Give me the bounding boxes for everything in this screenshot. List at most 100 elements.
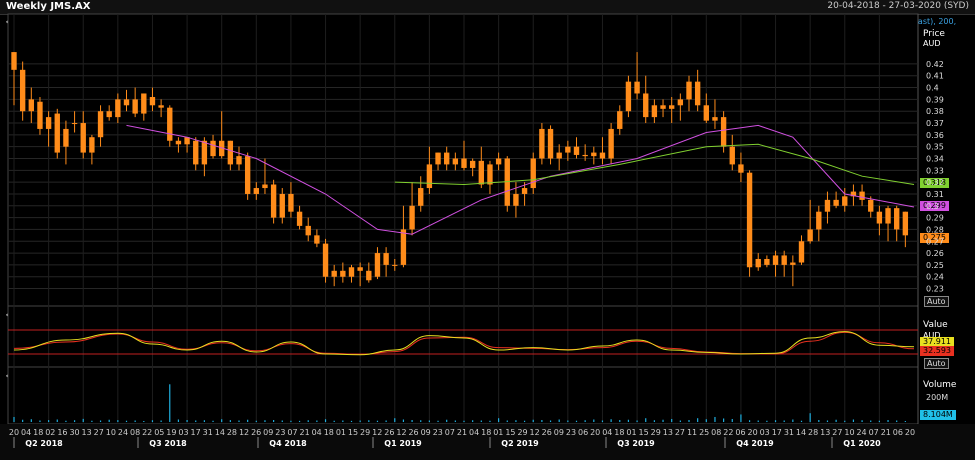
x-tick-label: 31 (203, 428, 213, 437)
x-tick-label: 12 (372, 428, 382, 437)
candle-body (314, 235, 320, 244)
ema20-legend: EMA, JMS.AX, Trade Price(Last), 20, 21-0… (354, 17, 572, 26)
candle-body (348, 267, 355, 277)
x-tick-label: 25 (699, 428, 709, 437)
x-tick-label: 15 (348, 428, 358, 437)
date-range: 20-04-2018 - 27-03-2020 (SYD) (827, 1, 969, 11)
x-tick-label: 26 (542, 428, 552, 437)
x-tick-label: 21 (881, 428, 891, 437)
candle-body (106, 111, 112, 118)
x-tick-label: 27 (675, 428, 685, 437)
candle-body (288, 193, 294, 212)
candle-body (495, 158, 502, 165)
x-tick-label: 15 (505, 428, 515, 437)
candle-body (694, 81, 701, 106)
candle-body (262, 184, 268, 189)
candle-body (426, 164, 433, 189)
x-tick-label: 17 (191, 428, 201, 437)
price-tick-label: 0.29 (926, 214, 944, 223)
x-tick-label: 07 (445, 428, 455, 437)
candle-body (279, 193, 285, 218)
candle-body (409, 205, 415, 230)
quarter-label: Q2 2019 (501, 439, 539, 448)
x-tick-label: 09 (554, 428, 564, 437)
candle-body (123, 99, 130, 106)
stoch-k-legend: 37.911 (277, 310, 305, 319)
price-tick-label: 0.35 (926, 143, 944, 152)
candle-body (894, 208, 900, 230)
stoch-legend: ◆ StochS, JMS.AX, Trade Price, 5, 3, Sim… (6, 310, 305, 319)
candle-body (63, 128, 69, 147)
stoch-legend-icon[interactable]: ◆ (6, 310, 12, 319)
x-tick-label: 15 (639, 428, 649, 437)
x-tick-label: 27 (94, 428, 104, 437)
candle-legend-icon[interactable]: ◆ (6, 17, 12, 26)
candle-body (305, 225, 311, 236)
price-legend: ◆ Cndl, JMS.AX, Trade Price, 21-02-2020,… (6, 17, 956, 26)
x-tick-label: 06 (578, 428, 588, 437)
x-tick-label: 04 (602, 428, 612, 437)
ema200-legend-icon[interactable]: ◆ (802, 17, 808, 26)
volume-legend-icon[interactable]: ◆ (6, 371, 12, 380)
x-tick-label: 09 (421, 428, 431, 437)
candle-body (876, 211, 883, 224)
x-tick-label: 18 (614, 428, 624, 437)
candle-body (37, 101, 43, 129)
price-axis-unit: AUD (923, 39, 941, 48)
candle-body (885, 208, 891, 224)
candle-body (149, 97, 156, 106)
candle-body (859, 191, 865, 200)
candle-body (322, 243, 329, 277)
x-tick-label: 13 (82, 428, 92, 437)
price-tick-label: 0.37 (926, 119, 944, 128)
x-tick-label: 21 (457, 428, 467, 437)
x-tick-label: 18 (33, 428, 43, 437)
x-tick-label: 18 (481, 428, 491, 437)
x-tick-label: 03 (760, 428, 770, 437)
x-tick-label: 12 (396, 428, 406, 437)
x-tick-label: 16 (57, 428, 67, 437)
price-auto-button[interactable]: Auto (924, 296, 949, 307)
x-tick-label: 18 (324, 428, 334, 437)
x-tick-label: 14 (215, 428, 225, 437)
candle-body (193, 140, 199, 165)
x-tick-label: 26 (251, 428, 261, 437)
candle-body (547, 128, 554, 159)
quarter-label: Q1 2019 (384, 439, 422, 448)
candle-body (625, 81, 632, 112)
candle-body (54, 113, 60, 153)
candle-body (816, 211, 822, 230)
candle-body (236, 156, 242, 165)
candle-body (565, 146, 571, 153)
candle-body (244, 156, 251, 194)
stoch-d-line (13, 331, 915, 355)
candle-body (902, 211, 909, 236)
candle-body (790, 262, 796, 265)
insufficient-data: Insufficient Data (14, 27, 80, 36)
ema20-legend-icon[interactable]: ◆ (345, 17, 351, 26)
price-tick-label: 0.39 (926, 95, 944, 104)
quarter-label: Q4 2018 (269, 439, 307, 448)
candle-body (755, 258, 761, 268)
price-tick-label: 0.4 (926, 84, 939, 93)
candle-body (842, 196, 848, 206)
candle-body (253, 188, 259, 194)
candle-body (452, 158, 459, 165)
candle-body (340, 270, 346, 277)
price-tick-label: 0.41 (926, 72, 944, 81)
candle-body (435, 152, 441, 165)
candle-body (400, 229, 407, 265)
candle-body (45, 117, 52, 129)
candle-body (677, 99, 684, 106)
price-tick-label: 0.33 (926, 166, 944, 175)
x-tick-label: 10 (844, 428, 854, 437)
ema50-legend-icon[interactable]: ◆ (574, 17, 580, 26)
candle-change: 0.000, (0.00%) (283, 17, 343, 26)
x-tick-label: 09 (263, 428, 273, 437)
price-tick-label: 0.26 (926, 249, 944, 258)
candle-body (461, 158, 467, 168)
x-tick-label: 20 (748, 428, 758, 437)
candle-body (132, 99, 138, 114)
quarter-label: Q3 2018 (149, 439, 187, 448)
stoch-auto-button[interactable]: Auto (924, 358, 949, 369)
